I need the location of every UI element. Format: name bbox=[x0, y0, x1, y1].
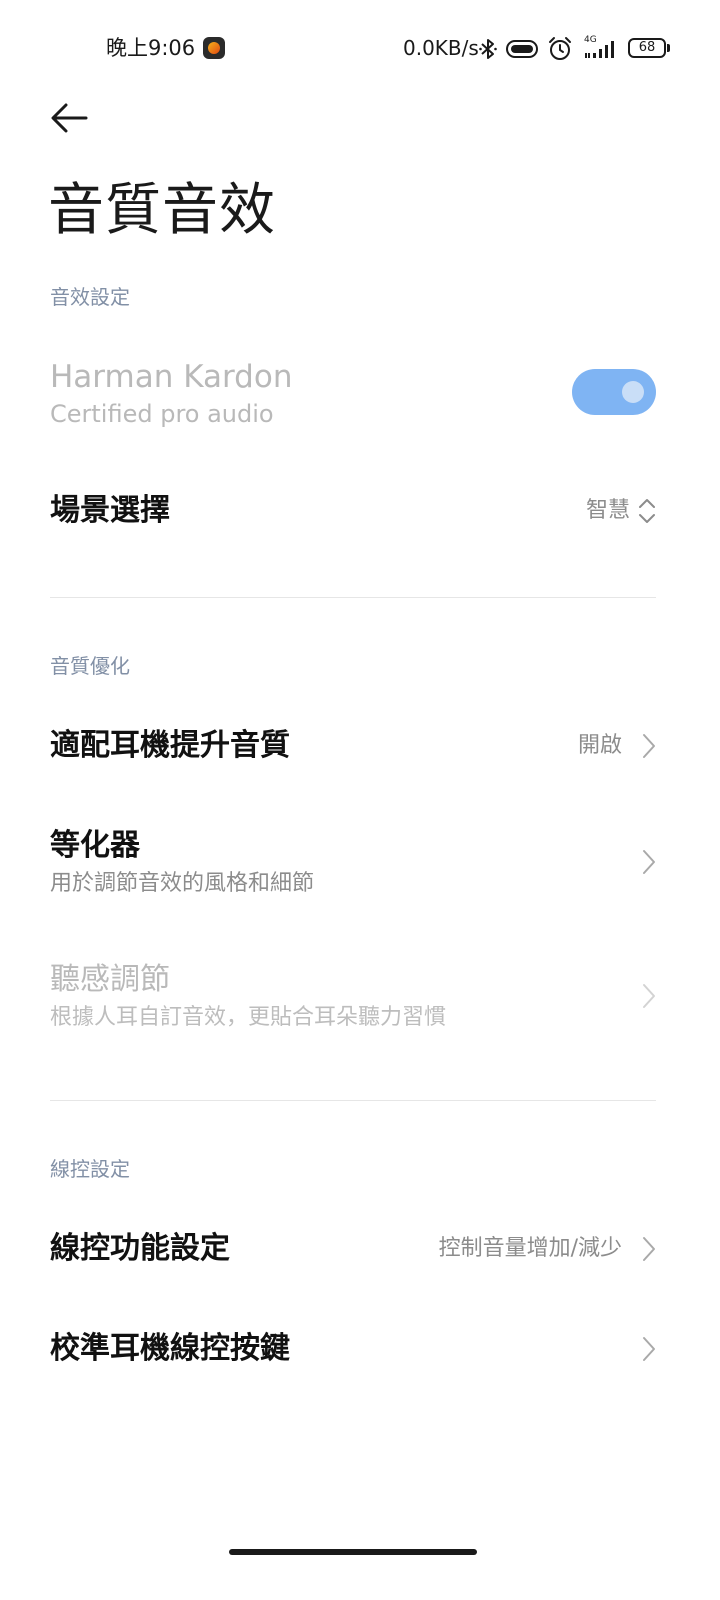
chevron-right-icon bbox=[643, 984, 655, 1008]
equalizer-subtitle: 用於調節音效的風格和細節 bbox=[50, 871, 315, 896]
harman-kardon-title: Harman Kardon bbox=[50, 359, 293, 395]
chevron-right-icon bbox=[643, 1337, 655, 1361]
section-header-quality: 音質優化 bbox=[50, 654, 130, 678]
divider bbox=[50, 597, 656, 598]
divider bbox=[50, 1100, 656, 1101]
adapt-headphone-title: 適配耳機提升音質 bbox=[50, 728, 290, 763]
wire-control-function-row[interactable]: 線控功能設定 控制音量增加/減少 bbox=[0, 1218, 720, 1280]
battery-icon: 68 bbox=[628, 38, 666, 58]
hearing-adjust-title: 聽感調節 bbox=[50, 962, 170, 997]
wire-control-function-value: 控制音量增加/減少 bbox=[438, 1236, 622, 1261]
app-notification-icon bbox=[203, 37, 225, 59]
vibrate-icon bbox=[506, 40, 538, 58]
status-time: 晚上9:06 bbox=[106, 36, 196, 60]
hearing-adjust-row: 聽感調節 根據人耳自訂音效，更貼合耳朵聽力習慣 bbox=[0, 955, 720, 1041]
hearing-adjust-subtitle: 根據人耳自訂音效，更貼合耳朵聽力習慣 bbox=[50, 1005, 447, 1030]
scene-select-title: 場景選擇 bbox=[50, 493, 170, 528]
adapt-headphone-row[interactable]: 適配耳機提升音質 開啟 bbox=[0, 715, 720, 777]
harman-kardon-toggle[interactable] bbox=[572, 369, 656, 415]
wire-control-function-title: 線控功能設定 bbox=[50, 1231, 230, 1266]
harman-kardon-subtitle: Certified pro audio bbox=[50, 400, 274, 428]
alarm-icon bbox=[549, 37, 571, 60]
toggle-knob bbox=[622, 381, 644, 403]
arrow-left-icon bbox=[51, 103, 88, 133]
network-speed: 0.0KB/s bbox=[403, 36, 479, 60]
home-indicator[interactable] bbox=[229, 1549, 477, 1555]
back-button[interactable] bbox=[44, 94, 96, 142]
signal-icon bbox=[585, 41, 614, 58]
calibrate-wire-control-row[interactable]: 校準耳機線控按鍵 bbox=[0, 1318, 720, 1380]
scene-select-row[interactable]: 場景選擇 智慧 bbox=[0, 480, 720, 542]
page-title: 音質音效 bbox=[48, 178, 276, 243]
calibrate-wire-control-title: 校準耳機線控按鍵 bbox=[50, 1331, 290, 1366]
chevron-up-down-icon bbox=[639, 499, 655, 523]
chevron-right-icon bbox=[643, 850, 655, 874]
equalizer-title: 等化器 bbox=[50, 828, 140, 863]
section-header-wire-control: 線控設定 bbox=[50, 1157, 130, 1181]
battery-level: 68 bbox=[638, 40, 656, 55]
bluetooth-icon bbox=[479, 39, 497, 59]
chevron-right-icon bbox=[643, 1237, 655, 1261]
adapt-headphone-value: 開啟 bbox=[577, 733, 622, 758]
battery-tip bbox=[667, 44, 670, 52]
scene-select-value: 智慧 bbox=[585, 498, 630, 523]
section-header-effect-settings: 音效設定 bbox=[50, 285, 130, 309]
chevron-right-icon bbox=[643, 734, 655, 758]
equalizer-row[interactable]: 等化器 用於調節音效的風格和細節 bbox=[0, 820, 720, 906]
